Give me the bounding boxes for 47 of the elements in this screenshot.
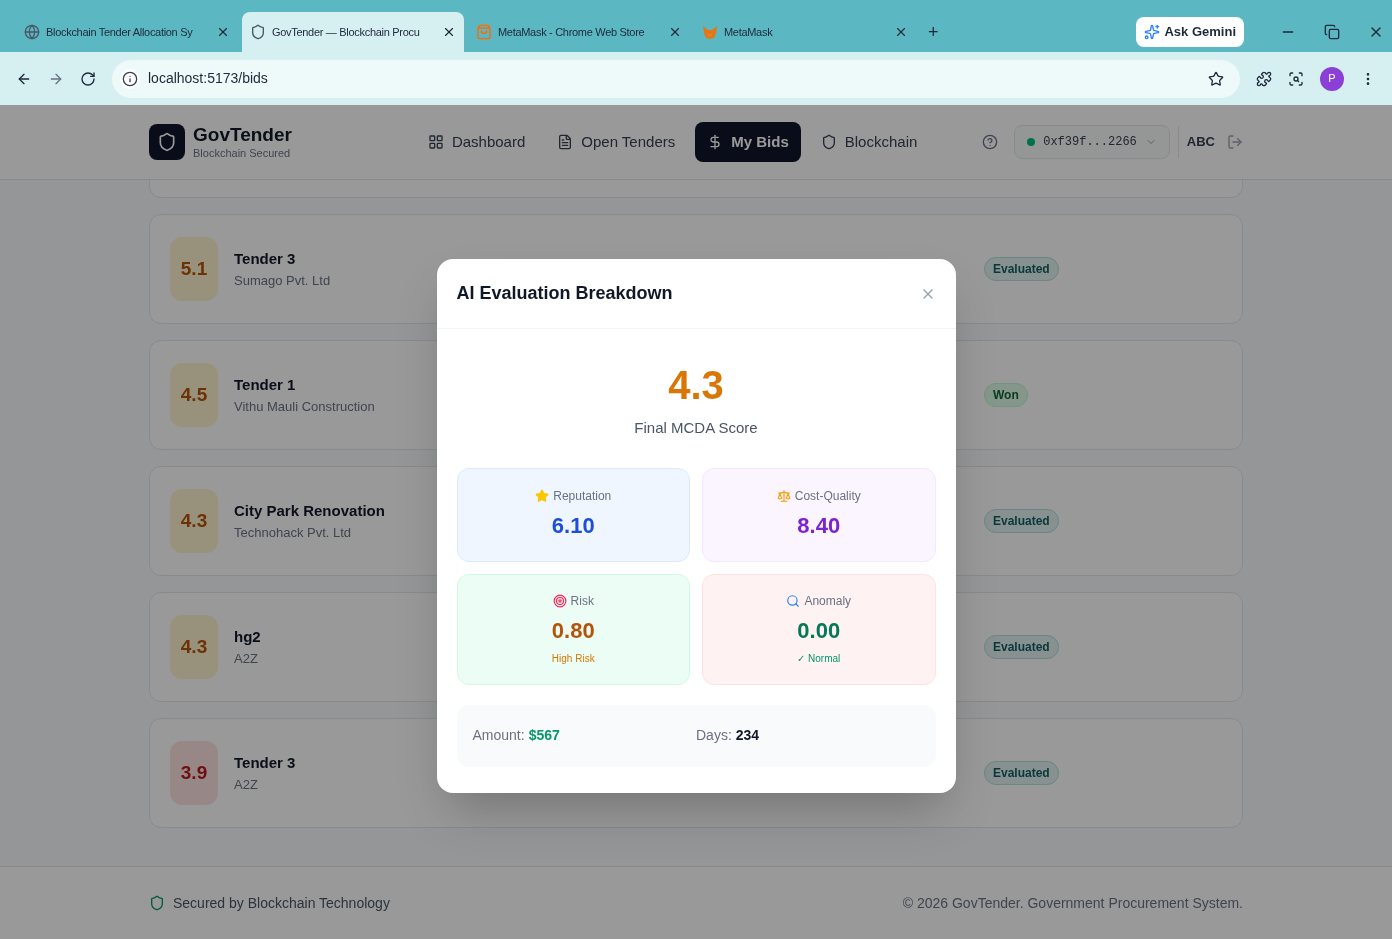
status-pill: Evaluated [984,509,1059,533]
metric-label: Anomaly [804,593,852,610]
tab-title: Blockchain Tender Allocation Sy [46,24,193,40]
metric-label: Reputation [553,488,612,505]
metric-label: Cost-Quality [794,488,861,505]
score-badge: 4.5 [170,363,218,427]
bid-title: Tender 3 [234,249,297,269]
bid-title: Tender 1 [234,375,297,395]
metric-value: 0.00 [797,617,841,645]
company-name: A2Z [234,775,259,794]
status-pill: Won [984,383,1028,407]
score-badge: 3.9 [170,741,218,805]
summary-label: Days: [696,726,732,745]
brand-name: GovTender [193,123,292,147]
metric-note: ✓ Normal [797,652,841,666]
bid-title: hg2 [234,627,262,647]
final-score: 4.3 [668,365,724,405]
bid-title: City Park Renovation [234,501,386,521]
metric-label: Risk [570,593,594,610]
summary-value: $567 [528,726,560,745]
summary-label: Amount: [472,726,525,745]
brand-tagline: Blockchain Secured [193,147,292,161]
company-name: A2Z [234,649,259,668]
footer-note: Secured by Blockchain Technology [173,893,390,913]
dialog-title: AI Evaluation Breakdown [456,282,673,305]
metric-value: 6.10 [551,512,595,540]
metric-note: High Risk [551,652,595,666]
tab-title: MetaMask - Chrome Web Store [498,24,645,40]
metric-value: 0.80 [551,617,595,645]
score-badge: 4.3 [170,489,218,553]
score-badge: 4.3 [170,615,218,679]
score-caption: Final MCDA Score [634,418,758,438]
company-name: Sumago Pvt. Ltd [234,271,332,290]
tab-title: MetaMask [724,24,773,40]
metric-value: 8.40 [797,512,841,540]
summary-value: 234 [735,726,760,745]
tab-title: GovTender — Blockchain Procu [272,24,420,40]
url-text: localhost:5173/bids [148,69,268,88]
company-name: Vithu Mauli Construction [234,397,376,416]
status-pill: Evaluated [984,635,1059,659]
score-badge: 5.1 [170,237,218,301]
status-pill: Evaluated [984,761,1059,785]
bid-title: Tender 3 [234,753,297,773]
company-name: Technohack Pvt. Ltd [234,523,353,542]
copyright-text: © 2026 GovTender. Government Procurement System. [902,893,1243,913]
user-name: ABC [1186,133,1215,152]
status-pill: Evaluated [984,257,1059,281]
